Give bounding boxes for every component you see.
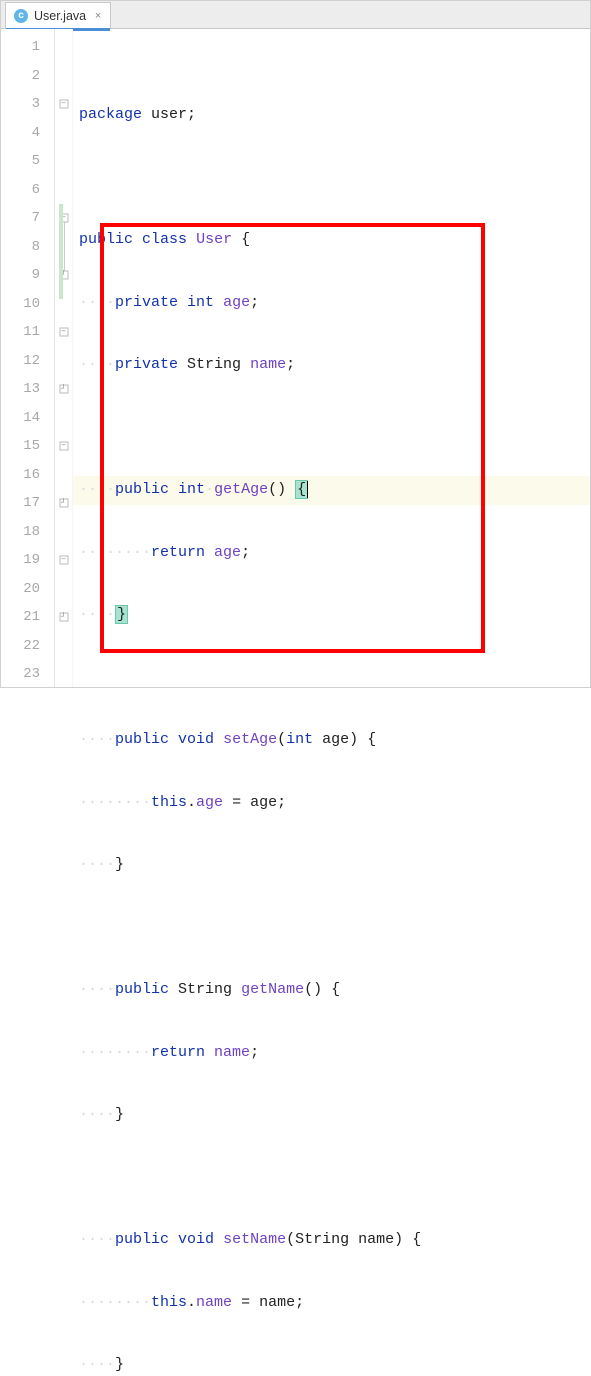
java-class-icon: c bbox=[14, 9, 28, 23]
code-line[interactable] bbox=[73, 1164, 590, 1193]
code-line[interactable]: ····} bbox=[73, 851, 590, 880]
close-icon[interactable]: × bbox=[92, 10, 104, 22]
file-tab-label: User.java bbox=[34, 9, 86, 23]
line-number: 6 bbox=[1, 176, 54, 205]
code-line[interactable]: ········return age; bbox=[73, 539, 590, 568]
line-number: 19 bbox=[1, 546, 54, 575]
line-number: 3 bbox=[1, 90, 54, 119]
code-line[interactable]: ····} bbox=[73, 1351, 590, 1376]
line-number: 10 bbox=[1, 290, 54, 319]
line-number: 4 bbox=[1, 119, 54, 148]
line-number: 22 bbox=[1, 632, 54, 661]
line-number: 21 bbox=[1, 603, 54, 632]
line-number: 13 bbox=[1, 375, 54, 404]
fold-end-icon[interactable]: ┘ bbox=[59, 385, 68, 394]
line-number: 1 bbox=[1, 33, 54, 62]
code-line[interactable]: ····public String getName() { bbox=[73, 976, 590, 1005]
line-number: 2 bbox=[1, 62, 54, 91]
line-number: 8 bbox=[1, 233, 54, 262]
code-line[interactable] bbox=[73, 164, 590, 193]
code-line[interactable]: public class User { bbox=[73, 226, 590, 255]
code-line[interactable]: ····} bbox=[73, 1101, 590, 1130]
line-number: 11 bbox=[1, 318, 54, 347]
line-number: 14 bbox=[1, 404, 54, 433]
code-line[interactable]: ········this.name = name; bbox=[73, 1289, 590, 1318]
code-area[interactable]: package user; public class User { ····pr… bbox=[73, 29, 590, 687]
text-cursor bbox=[307, 481, 308, 498]
fold-toggle-icon[interactable]: − bbox=[59, 556, 68, 565]
tab-bar: c User.java × bbox=[1, 1, 590, 29]
code-line[interactable]: ····public void setName(String name) { bbox=[73, 1226, 590, 1255]
line-number-gutter: 1 2 3 4 5 6 7 8 9 10 11 12 13 14 15 16 1… bbox=[1, 29, 55, 687]
editor-area[interactable]: 1 2 3 4 5 6 7 8 9 10 11 12 13 14 15 16 1… bbox=[1, 29, 590, 687]
code-line[interactable]: ········return name; bbox=[73, 1039, 590, 1068]
matched-brace: } bbox=[115, 605, 128, 624]
line-number: 7 bbox=[1, 204, 54, 233]
fold-end-icon[interactable]: ┘ bbox=[59, 499, 68, 508]
fold-end-icon[interactable]: ┘ bbox=[59, 613, 68, 622]
file-tab[interactable]: c User.java × bbox=[5, 2, 111, 28]
line-number: 23 bbox=[1, 660, 54, 689]
line-number: 17 bbox=[1, 489, 54, 518]
code-line[interactable] bbox=[73, 914, 590, 943]
fold-toggle-icon[interactable]: − bbox=[59, 328, 68, 337]
fold-toggle-icon[interactable]: − bbox=[59, 442, 68, 451]
line-number: 5 bbox=[1, 147, 54, 176]
code-line[interactable]: ····private String name; bbox=[73, 351, 590, 380]
line-number: 15 bbox=[1, 432, 54, 461]
code-line[interactable] bbox=[73, 414, 590, 443]
change-marker bbox=[59, 204, 63, 299]
code-line[interactable]: ········this.age = age; bbox=[73, 789, 590, 818]
code-line[interactable]: package user; bbox=[73, 101, 590, 130]
fold-gutter: − − ┘ − ┘ − ┘ − ┘ bbox=[55, 29, 73, 687]
fold-toggle-icon[interactable]: − bbox=[59, 100, 68, 109]
line-number: 9 bbox=[1, 261, 54, 290]
line-number: 16 bbox=[1, 461, 54, 490]
line-number: 20 bbox=[1, 575, 54, 604]
code-line[interactable]: ····public int·getAge() { bbox=[73, 476, 590, 505]
line-number: 18 bbox=[1, 518, 54, 547]
code-line[interactable]: ····public void setAge(int age) { bbox=[73, 726, 590, 755]
code-line[interactable]: ····private int age; bbox=[73, 289, 590, 318]
line-number: 12 bbox=[1, 347, 54, 376]
code-line[interactable]: ····} bbox=[73, 601, 590, 630]
